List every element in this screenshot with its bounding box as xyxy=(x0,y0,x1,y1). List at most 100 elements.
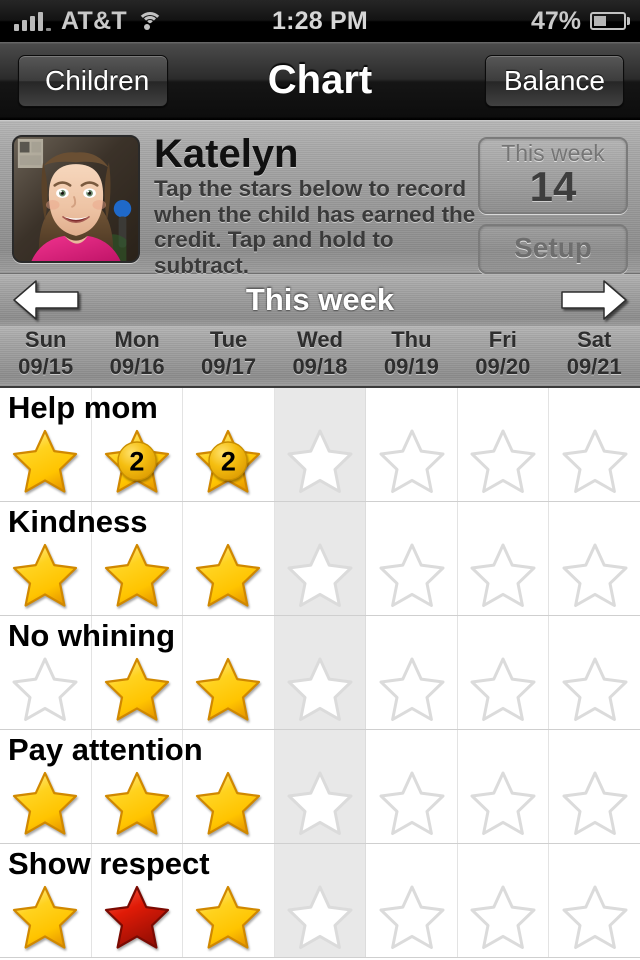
star-empty-icon xyxy=(562,428,628,494)
star-cell-thu[interactable] xyxy=(366,388,458,501)
navigation-bar: Children Chart Balance xyxy=(0,42,640,120)
star-gold-icon xyxy=(104,770,170,836)
status-bar-left: AT&T xyxy=(0,7,163,36)
star-cell-wed[interactable] xyxy=(274,502,367,615)
star-gold-icon xyxy=(104,656,170,722)
star-empty-icon xyxy=(379,770,445,836)
day-header-fri[interactable]: Fri 09/20 xyxy=(457,326,548,386)
star-cell-thu[interactable] xyxy=(366,844,458,957)
star-cell-wed[interactable] xyxy=(274,730,367,843)
star-cell-fri[interactable] xyxy=(458,502,550,615)
day-header-thu[interactable]: Thu 09/19 xyxy=(366,326,457,386)
day-name: Wed xyxy=(296,327,343,352)
chart-grid: 2 2 Help mom Kindness No whining Pay attentio… xyxy=(0,388,640,960)
star-empty-icon xyxy=(470,428,536,494)
star-empty-icon xyxy=(379,884,445,950)
star-cell-sat[interactable] xyxy=(549,502,640,615)
battery-percent-label: 47% xyxy=(530,6,581,35)
child-photo-avatar[interactable] xyxy=(12,135,140,263)
chart-row: Show respect xyxy=(0,844,640,958)
star-cell-fri[interactable] xyxy=(458,388,550,501)
chart-row: 2 2 Help mom xyxy=(0,388,640,502)
star-empty-icon xyxy=(379,428,445,494)
day-headers-row: Sun 09/15 Mon 09/16 Tue 09/17 Wed 09/18 Thu 09/19… xyxy=(0,326,640,388)
status-bar: AT&T 1:28 PM 47% xyxy=(0,0,640,42)
star-gold-icon xyxy=(195,770,261,836)
star-empty-icon xyxy=(287,656,353,722)
arrow-left-icon[interactable] xyxy=(12,278,80,322)
star-cell-tue[interactable] xyxy=(183,502,275,615)
day-header-wed[interactable]: Wed 09/18 xyxy=(274,326,365,386)
day-date: 09/18 xyxy=(292,353,348,379)
chart-row-label: Pay attention xyxy=(8,732,203,767)
chart-row-label: Help mom xyxy=(8,390,158,425)
star-cell-wed[interactable] xyxy=(274,844,367,957)
setup-button[interactable]: Setup xyxy=(478,224,628,275)
star-gold-icon xyxy=(12,542,78,608)
day-date: 09/19 xyxy=(383,353,439,379)
star-empty-icon xyxy=(562,770,628,836)
star-empty-icon xyxy=(287,542,353,608)
star-cell-fri[interactable] xyxy=(458,844,550,957)
star-gold-icon: 2 xyxy=(104,428,170,494)
day-header-tue[interactable]: Tue 09/17 xyxy=(183,326,274,386)
star-cell-sat[interactable] xyxy=(549,388,640,501)
star-gold-icon xyxy=(195,656,261,722)
star-cell-thu[interactable] xyxy=(366,502,458,615)
day-name: Mon xyxy=(114,327,160,352)
child-name: Katelyn xyxy=(154,132,299,176)
star-gold-icon xyxy=(195,542,261,608)
star-empty-icon xyxy=(287,770,353,836)
chart-row-label: No whining xyxy=(8,618,176,653)
day-date: 09/21 xyxy=(566,353,622,379)
star-empty-icon xyxy=(562,656,628,722)
star-cell-sat[interactable] xyxy=(549,616,640,729)
star-cell-tue[interactable]: 2 xyxy=(183,388,275,501)
carrier-label: AT&T xyxy=(61,6,127,35)
this-week-value: 14 xyxy=(529,163,577,211)
back-button-label: Children xyxy=(45,64,150,96)
balance-button-label: Balance xyxy=(503,64,605,96)
star-cell-thu[interactable] xyxy=(366,730,458,843)
balance-button[interactable]: Balance xyxy=(484,54,624,107)
star-gold-icon xyxy=(12,428,78,494)
week-range-label: This week xyxy=(245,282,395,317)
day-name: Sat xyxy=(577,327,612,352)
profile-actions: This week 14 Setup xyxy=(478,135,628,275)
star-empty-icon xyxy=(470,770,536,836)
day-name: Fri xyxy=(488,327,517,352)
this-week-total-box[interactable]: This week 14 xyxy=(478,137,628,215)
day-name: Tue xyxy=(209,327,248,352)
star-cell-fri[interactable] xyxy=(458,730,550,843)
star-cell-wed[interactable] xyxy=(274,616,367,729)
star-cell-tue[interactable] xyxy=(183,616,275,729)
star-cell-sat[interactable] xyxy=(549,730,640,843)
arrow-right-icon[interactable] xyxy=(560,278,628,322)
chart-row: Kindness xyxy=(0,502,640,616)
star-cell-wed[interactable] xyxy=(274,388,367,501)
day-date: 09/17 xyxy=(201,353,257,379)
day-date: 09/15 xyxy=(18,353,74,379)
clock-label: 1:28 PM xyxy=(272,6,368,35)
status-bar-right: 47% xyxy=(531,7,640,36)
chart-row: No whining xyxy=(0,616,640,730)
star-cell-fri[interactable] xyxy=(458,616,550,729)
chart-row-label: Kindness xyxy=(8,504,148,539)
day-header-mon[interactable]: Mon 09/16 xyxy=(91,326,182,386)
day-date: 09/16 xyxy=(109,353,165,379)
star-empty-icon xyxy=(470,656,536,722)
wifi-icon xyxy=(137,11,163,31)
star-cell-thu[interactable] xyxy=(366,616,458,729)
star-gold-icon xyxy=(12,884,78,950)
profile-info: Katelyn Tap the stars below to record wh… xyxy=(140,132,478,279)
star-empty-icon xyxy=(287,428,353,494)
day-header-sun[interactable]: Sun 09/15 xyxy=(0,326,91,386)
battery-icon xyxy=(590,12,630,30)
star-empty-icon xyxy=(470,884,536,950)
week-navigation: This week xyxy=(0,274,640,326)
star-cell-sat[interactable] xyxy=(549,844,640,957)
star-empty-icon xyxy=(562,542,628,608)
star-gold-icon xyxy=(195,884,261,950)
day-header-sat[interactable]: Sat 09/21 xyxy=(549,326,640,386)
back-button-children[interactable]: Children xyxy=(18,54,169,107)
